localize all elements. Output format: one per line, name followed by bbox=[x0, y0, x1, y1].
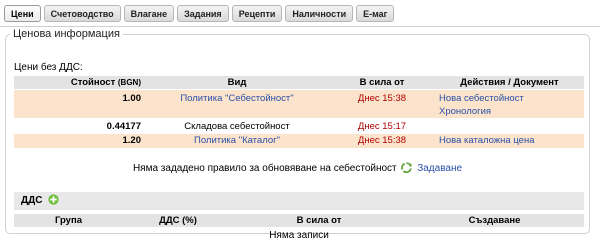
price-valid-from: Днес 15:17 bbox=[329, 118, 435, 134]
cost-update-notice: Няма зададено правило за обновяване на с… bbox=[6, 162, 589, 174]
tab-bar: Цени Счетоводство Влагане Задания Рецепт… bbox=[4, 5, 395, 25]
price-kind: Складова себестойност bbox=[145, 118, 329, 134]
vat-table: Група ДДС (%) В сила от Създаване bbox=[14, 214, 584, 228]
prices-table: Стойност (BGN) Вид В сила от Действия / … bbox=[14, 76, 584, 148]
tab-divider bbox=[0, 26, 600, 27]
recycle-icon bbox=[401, 162, 413, 173]
new-cost-link[interactable]: Нова себестойност bbox=[439, 92, 580, 105]
cost-policy-link[interactable]: Политика "Себестойност" bbox=[180, 93, 293, 104]
col-kind-header: Вид bbox=[145, 76, 329, 90]
set-rule-link[interactable]: Задаване bbox=[417, 163, 462, 174]
tab-recipes[interactable]: Рецепти bbox=[231, 5, 283, 22]
tab-prices[interactable]: Цени bbox=[4, 5, 41, 22]
price-row: 1.00 Политика "Себестойност" Днес 15:38 … bbox=[14, 89, 584, 118]
price-value: 0.44177 bbox=[14, 118, 145, 134]
vat-empty-message: Няма записи bbox=[269, 230, 329, 241]
price-info-panel: Ценова информация Цени без ДДС: Стойност… bbox=[5, 28, 590, 241]
price-value: 1.00 bbox=[14, 89, 145, 118]
tab-jobs[interactable]: Задания bbox=[177, 5, 229, 22]
price-actions-cell: Нова каталожна цена bbox=[435, 134, 584, 148]
catalog-policy-link[interactable]: Политика "Каталог" bbox=[194, 135, 280, 146]
tab-eshop[interactable]: Е-маг bbox=[356, 5, 395, 22]
prices-subtitle: Цени без ДДС: bbox=[14, 62, 83, 73]
price-row: 1.20 Политика "Каталог" Днес 15:38 Нова … bbox=[14, 134, 584, 148]
vat-header-row: Група ДДС (%) В сила от Създаване bbox=[14, 214, 584, 228]
tab-inputs[interactable]: Влагане bbox=[123, 5, 175, 22]
col-actions-header: Действия / Документ bbox=[435, 76, 584, 90]
price-actions-cell bbox=[435, 118, 584, 134]
history-link[interactable]: Хронология bbox=[439, 105, 580, 118]
price-actions-cell: Нова себестойност Хронология bbox=[435, 89, 584, 118]
price-kind-cell: Политика "Себестойност" bbox=[145, 89, 329, 118]
price-valid-from: Днес 15:38 bbox=[329, 134, 435, 148]
price-value: 1.20 bbox=[14, 134, 145, 148]
col-valid-header: В сила от bbox=[329, 76, 435, 90]
new-catalog-price-link[interactable]: Нова каталожна цена bbox=[439, 135, 534, 146]
vat-section-header: ДДС bbox=[14, 192, 584, 210]
price-info-legend: Ценова информация bbox=[13, 28, 120, 40]
prices-header-row: Стойност (BGN) Вид В сила от Действия / … bbox=[14, 76, 584, 90]
col-cost-header: Стойност (BGN) bbox=[14, 76, 145, 90]
tab-accounting[interactable]: Счетоводство bbox=[43, 5, 121, 22]
add-vat-icon[interactable] bbox=[48, 194, 59, 205]
col-group-header: Група bbox=[14, 214, 123, 228]
price-kind-cell: Политика "Каталог" bbox=[145, 134, 329, 148]
col-created-header: Създаване bbox=[405, 214, 584, 228]
col-vat-valid-header: В сила от bbox=[233, 214, 405, 228]
vat-title: ДДС bbox=[21, 195, 43, 206]
col-vat-pct-header: ДДС (%) bbox=[123, 214, 233, 228]
col-cost-currency: (BGN) bbox=[117, 78, 141, 87]
tab-stock[interactable]: Наличности bbox=[285, 5, 354, 22]
col-cost-label: Стойност bbox=[70, 77, 116, 88]
price-valid-from: Днес 15:38 bbox=[329, 89, 435, 118]
cost-update-notice-text: Няма зададено правило за обновяване на с… bbox=[132, 163, 397, 174]
price-row: 0.44177 Складова себестойност Днес 15:17 bbox=[14, 118, 584, 134]
